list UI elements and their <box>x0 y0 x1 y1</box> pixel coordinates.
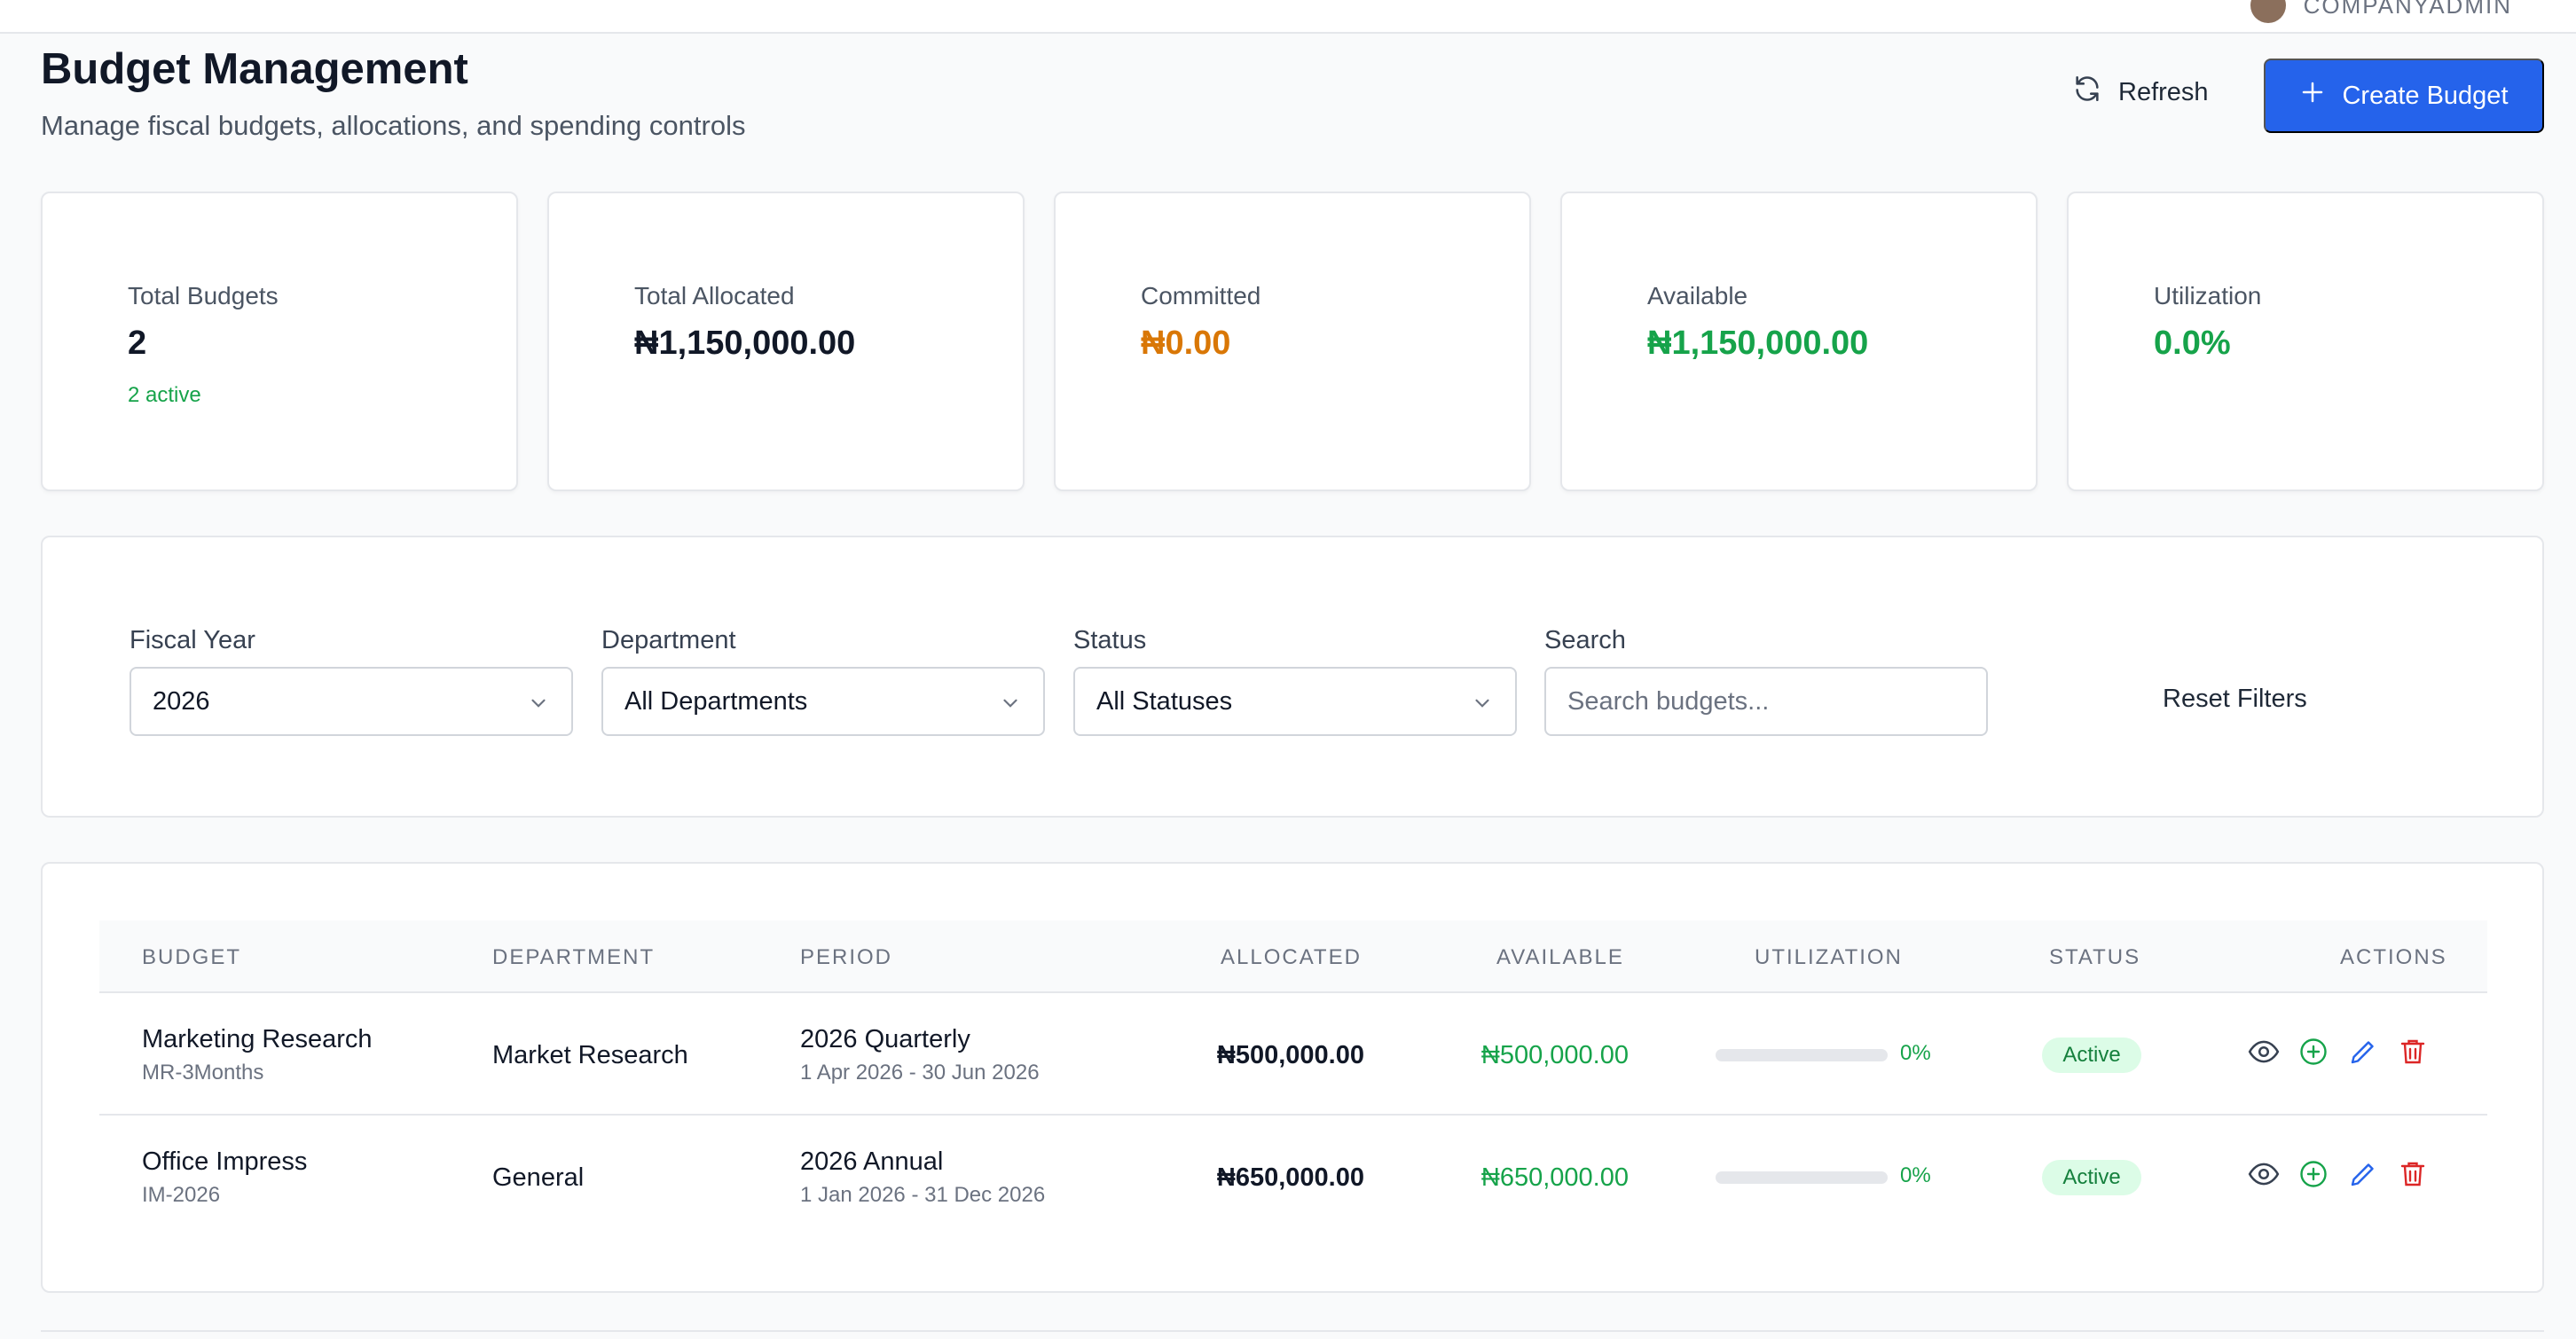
stat-value: ₦1,150,000.00 <box>634 325 856 362</box>
budget-name: Marketing Research <box>142 1025 373 1053</box>
stat-value: 2 <box>128 325 147 362</box>
column-header-actions: ACTIONS <box>2340 945 2447 969</box>
stat-card-utilization: Utilization 0.0% <box>2067 192 2544 491</box>
top-bar: COMPANYADMIN <box>0 0 2576 34</box>
filter-panel: Fiscal Year 2026 Department All Departme… <box>41 536 2544 818</box>
fiscal-year-value: 2026 <box>153 686 210 716</box>
chevron-down-icon <box>1471 692 1494 722</box>
trash-icon <box>2397 1158 2429 1194</box>
fiscal-year-label: Fiscal Year <box>130 626 255 654</box>
budget-period: 2026 Quarterly <box>800 1025 970 1053</box>
reset-filters-button[interactable]: Reset Filters <box>2163 685 2307 714</box>
utilization-percent: 0% <box>1900 1163 1931 1187</box>
column-header-utilization: UTILIZATION <box>1755 945 1903 969</box>
table-row[interactable]: Marketing Research MR-3Months Market Res… <box>99 993 2487 1116</box>
budget-department: Market Research <box>492 1041 688 1069</box>
delete-button[interactable] <box>2395 1036 2431 1071</box>
add-funds-button[interactable] <box>2296 1158 2331 1194</box>
status-badge: Active <box>2042 1160 2141 1195</box>
column-header-period: PERIOD <box>800 945 893 969</box>
stat-card-total-allocated: Total Allocated ₦1,150,000.00 <box>547 192 1025 491</box>
search-label: Search <box>1544 626 1626 654</box>
stat-value: ₦0.00 <box>1141 325 1231 362</box>
chevron-down-icon <box>527 692 550 722</box>
department-select[interactable]: All Departments <box>601 667 1045 736</box>
create-budget-button[interactable]: Create Budget <box>2264 59 2544 133</box>
column-header-allocated: ALLOCATED <box>1221 945 1362 969</box>
budget-period-range: 1 Apr 2026 - 30 Jun 2026 <box>800 1061 1040 1085</box>
column-header-budget: BUDGET <box>142 945 242 969</box>
budget-department: General <box>492 1163 585 1192</box>
edit-button[interactable] <box>2345 1036 2381 1071</box>
allocated-amount: ₦650,000.00 <box>1216 1163 1364 1192</box>
refresh-button[interactable]: Refresh <box>2058 59 2227 126</box>
avatar <box>2250 0 2286 23</box>
stat-value: 0.0% <box>2154 325 2231 362</box>
stat-card-total-budgets: Total Budgets 2 2 active <box>41 192 518 491</box>
budget-code: IM-2026 <box>142 1183 221 1207</box>
department-value: All Departments <box>624 686 808 716</box>
table-row[interactable]: Office Impress IM-2026 General 2026 Annu… <box>99 1117 2487 1240</box>
search-placeholder: Search budgets... <box>1567 686 1770 716</box>
department-label: Department <box>601 626 736 654</box>
budget-period: 2026 Annual <box>800 1147 944 1176</box>
utilization-percent: 0% <box>1900 1041 1931 1065</box>
delete-button[interactable] <box>2395 1158 2431 1194</box>
stat-note: 2 active <box>128 383 201 407</box>
table-header: BUDGET DEPARTMENT PERIOD ALLOCATED AVAIL… <box>99 920 2487 993</box>
refresh-label: Refresh <box>2118 77 2209 106</box>
allocated-amount: ₦500,000.00 <box>1216 1041 1364 1069</box>
stat-card-committed: Committed ₦0.00 <box>1054 192 1531 491</box>
status-label: Status <box>1073 626 1147 654</box>
budgets-table: BUDGET DEPARTMENT PERIOD ALLOCATED AVAIL… <box>41 862 2544 1293</box>
stat-label: Total Allocated <box>634 282 795 309</box>
utilization-bar <box>1716 1171 1888 1184</box>
create-budget-label: Create Budget <box>2342 81 2509 110</box>
budget-name: Office Impress <box>142 1147 308 1176</box>
eye-icon <box>2247 1157 2281 1195</box>
available-amount: ₦650,000.00 <box>1480 1163 1629 1192</box>
stat-card-available: Available ₦1,150,000.00 <box>1560 192 2038 491</box>
pencil-icon <box>2347 1036 2379 1072</box>
page-title: Budget Management <box>41 45 468 93</box>
edit-button[interactable] <box>2345 1158 2381 1194</box>
refresh-icon <box>2072 74 2102 111</box>
status-value: All Statuses <box>1096 686 1233 716</box>
plus-icon <box>2299 79 2326 113</box>
stat-label: Total Budgets <box>128 282 279 309</box>
user-menu[interactable]: COMPANYADMIN <box>2250 0 2512 23</box>
search-input[interactable]: Search budgets... <box>1544 667 1988 736</box>
utilization-bar <box>1716 1049 1888 1061</box>
pencil-icon <box>2347 1158 2379 1194</box>
page-subtitle: Manage fiscal budgets, allocations, and … <box>41 110 746 141</box>
budget-period-range: 1 Jan 2026 - 31 Dec 2026 <box>800 1183 1046 1207</box>
available-amount: ₦500,000.00 <box>1480 1041 1629 1069</box>
status-select[interactable]: All Statuses <box>1073 667 1517 736</box>
fiscal-year-select[interactable]: 2026 <box>130 667 573 736</box>
trash-icon <box>2397 1036 2429 1072</box>
view-button[interactable] <box>2246 1036 2281 1071</box>
user-name: COMPANYADMIN <box>2303 0 2512 19</box>
chevron-down-icon <box>999 692 1022 722</box>
next-panel-edge <box>41 1330 2544 1339</box>
column-header-department: DEPARTMENT <box>492 945 656 969</box>
stat-label: Utilization <box>2154 282 2262 309</box>
budget-code: MR-3Months <box>142 1061 264 1085</box>
column-header-status: STATUS <box>2049 945 2141 969</box>
plus-circle-icon <box>2297 1036 2329 1072</box>
column-header-available: AVAILABLE <box>1496 945 1624 969</box>
stat-label: Available <box>1647 282 1748 309</box>
view-button[interactable] <box>2246 1158 2281 1194</box>
stat-label: Committed <box>1141 282 1261 309</box>
eye-icon <box>2247 1035 2281 1073</box>
plus-circle-icon <box>2297 1158 2329 1194</box>
status-badge: Active <box>2042 1038 2141 1073</box>
stat-value: ₦1,150,000.00 <box>1647 325 1869 362</box>
add-funds-button[interactable] <box>2296 1036 2331 1071</box>
